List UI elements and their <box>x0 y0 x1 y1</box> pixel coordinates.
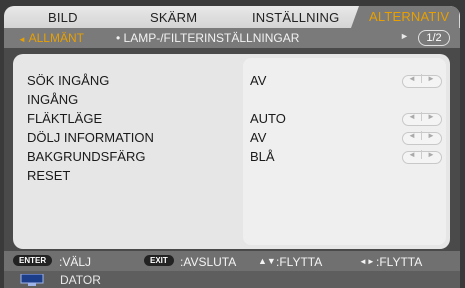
arrow-right-icon[interactable]: ► <box>422 131 440 140</box>
arrow-right-icon[interactable]: ► <box>422 74 440 83</box>
value-stepper[interactable]: ◄ ► <box>402 131 442 145</box>
up-down-arrow-icon: ▲▼ <box>258 256 276 266</box>
triangle-left-icon: ◄ <box>18 35 26 44</box>
dot-icon: • <box>116 31 121 45</box>
row-value: AV <box>250 73 267 88</box>
row-label: INGÅNG <box>27 92 79 107</box>
row-label: DÖLJ INFORMATION <box>27 130 154 145</box>
row-ingang[interactable]: INGÅNG <box>13 92 450 110</box>
enter-key-badge: ENTER <box>13 255 53 266</box>
arrow-right-icon[interactable]: ► <box>422 150 440 159</box>
exit-key-badge: EXIT <box>144 255 174 266</box>
row-reset[interactable]: RESET <box>13 168 450 186</box>
row-flaktlage[interactable]: FLÄKTLÄGE AUTO ◄ ► <box>13 111 450 129</box>
source-bar: DATOR <box>4 271 460 288</box>
value-stepper[interactable]: ◄ ► <box>402 150 442 164</box>
arrow-left-icon[interactable]: ◄ <box>403 112 422 121</box>
tab-bild[interactable]: BILD <box>48 10 78 25</box>
row-value: AV <box>250 130 267 145</box>
row-bakgrundsfarg[interactable]: BAKGRUNDSFÄRG BLÅ ◄ ► <box>13 149 450 167</box>
row-label: BAKGRUNDSFÄRG <box>27 149 146 164</box>
subnav-lamp-filter-label: LAMP-/FILTERINSTÄLLNINGAR <box>123 31 300 45</box>
arrow-right-icon[interactable]: ► <box>422 112 440 121</box>
tab-skarm[interactable]: SKÄRM <box>150 10 197 25</box>
subnav-allmant[interactable]: ◄ ALLMÄNT <box>18 31 84 45</box>
key-hint-bar: ENTER :VÄLJ EXIT :AVSLUTA ▲▼ :FLYTTA ◄► … <box>4 251 460 271</box>
source-label: DATOR <box>60 273 101 287</box>
arrow-left-icon[interactable]: ◄ <box>403 131 422 140</box>
page-indicator: 1/2 <box>418 30 450 46</box>
exit-hint: :AVSLUTA <box>180 255 237 269</box>
tab-bar: BILD SKÄRM INSTÄLLNING ALTERNATIV <box>4 6 460 28</box>
monitor-icon <box>20 274 44 286</box>
osd-menu: BILD SKÄRM INSTÄLLNING ALTERNATIV ◄ ALLM… <box>4 6 460 288</box>
tab-alternativ[interactable]: ALTERNATIV <box>351 6 460 28</box>
move-horizontal-hint: :FLYTTA <box>376 255 423 269</box>
triangle-right-icon[interactable]: ► <box>400 31 409 41</box>
tab-installning[interactable]: INSTÄLLNING <box>252 10 339 25</box>
row-sok-ingang[interactable]: SÖK INGÅNG AV ◄ ► <box>13 73 450 91</box>
value-stepper[interactable]: ◄ ► <box>402 112 442 126</box>
move-vertical-hint: :FLYTTA <box>276 255 323 269</box>
subnav-lamp-filter[interactable]: • LAMP-/FILTERINSTÄLLNINGAR <box>116 31 299 45</box>
sub-navigation: ◄ ALLMÄNT • LAMP-/FILTERINSTÄLLNINGAR ► … <box>4 28 460 48</box>
row-value: AUTO <box>250 111 286 126</box>
row-label: RESET <box>27 168 71 183</box>
row-dolj-information[interactable]: DÖLJ INFORMATION AV ◄ ► <box>13 130 450 148</box>
select-hint: :VÄLJ <box>59 255 92 269</box>
arrow-left-icon[interactable]: ◄ <box>403 150 422 159</box>
row-value: BLÅ <box>250 149 275 164</box>
subnav-allmant-label: ALLMÄNT <box>28 31 84 45</box>
left-right-arrow-icon: ◄► <box>359 257 375 266</box>
arrow-left-icon[interactable]: ◄ <box>403 74 422 83</box>
row-label: SÖK INGÅNG <box>27 73 110 88</box>
value-stepper[interactable]: ◄ ► <box>402 74 442 88</box>
settings-panel: SÖK INGÅNG AV ◄ ► INGÅNG FLÄKTLÄGE AUTO … <box>13 54 450 249</box>
row-label: FLÄKTLÄGE <box>27 111 103 126</box>
